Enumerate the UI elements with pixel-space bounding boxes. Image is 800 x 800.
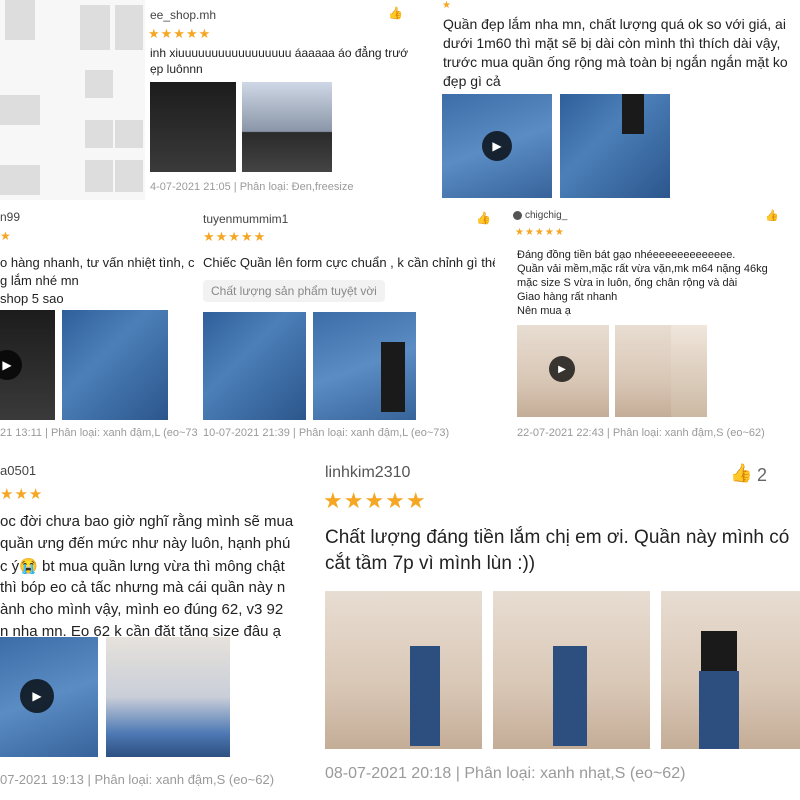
play-icon[interactable]: ▶ <box>482 131 512 161</box>
review-text-line: thì bóp eo cả tấc nhưng mà cái quần này … <box>0 579 286 596</box>
rating-stars: ★★★★★ <box>515 227 565 238</box>
like-icon[interactable]: 👍 <box>730 463 752 484</box>
review-text-line: trước mua quần ống rộng mà toàn bị ngắn … <box>443 54 788 70</box>
review-photo[interactable] <box>325 591 482 749</box>
review-text-line: ẹp luônnn <box>150 62 203 76</box>
review-photo[interactable] <box>493 591 650 749</box>
review-card-1: ee_shop.mh ★★★★★ inh xiuuuuuuuuuuuuuuuuu… <box>0 0 410 205</box>
avatar[interactable] <box>513 211 522 220</box>
review-text-line: Chất lượng đáng tiền lắm chị em ơi. Quần… <box>325 527 790 548</box>
review-text-line: c ý😭 bt mua quần lưng vừa thì mông chật <box>0 558 285 575</box>
review-text-line: g lắm nhé mn <box>0 273 79 288</box>
like-icon[interactable]: 👍 <box>765 209 779 222</box>
review-video-thumbnail[interactable]: ▶ <box>517 325 609 417</box>
review-text-line: mặc size S vừa in luôn, ống chân rộng và… <box>517 277 738 289</box>
review-text-line: dưới 1m60 thì mặt sẽ bị dài còn mình thì… <box>443 35 781 51</box>
review-text-line: cắt tầm 7p vì mình lùn :)) <box>325 553 536 574</box>
review-photo[interactable] <box>203 312 306 420</box>
review-meta: 07-2021 19:13 | Phân loại: xanh đậm,S (e… <box>0 772 275 787</box>
review-photo[interactable] <box>242 82 332 172</box>
review-meta: 21 13:11 | Phân loại: xanh đậm,L (eo~73 <box>0 427 198 439</box>
review-card-2: ★ Quần đẹp lắm nha mn, chất lượng quá ok… <box>430 0 800 200</box>
review-card-3: n99 ★ o hàng nhanh, tư vấn nhiệt tình, c… <box>0 205 200 450</box>
review-tag-chip: Chất lượng sản phẩm tuyệt vời <box>203 280 385 302</box>
reviewer-name[interactable]: a0501 <box>0 463 36 478</box>
review-card-7: linhkim2310 👍 2 ★★★★★ Chất lượng đáng ti… <box>315 455 800 800</box>
reviewer-name[interactable]: tuyenmummim1 <box>203 212 288 226</box>
embedded-review-screenshot <box>0 0 145 200</box>
review-text-line: ành cho mình vậy, mình eo đúng 62, v3 92 <box>0 601 284 618</box>
review-photo[interactable] <box>150 82 236 172</box>
reviewer-name[interactable]: chigchig_ <box>525 210 567 221</box>
review-text-line: Quần vải mềm,mặc rất vừa vặn,mk m64 nặng… <box>517 263 768 275</box>
review-video-thumbnail[interactable]: ▶ <box>0 637 98 757</box>
review-text-line: đẹp gì cả <box>443 73 501 89</box>
like-icon[interactable]: 👍 <box>388 6 403 20</box>
review-photo[interactable] <box>62 310 168 420</box>
review-card-5: chigchig_ 👍 ★★★★★ Đáng đồng tiền bát gạo… <box>505 205 800 450</box>
review-text-line: shop 5 sao <box>0 291 64 306</box>
rating-stars: ★★★ <box>0 486 44 503</box>
rating-stars: ★★★★★ <box>203 229 267 244</box>
review-text-line: quần ưng đến mức như này luôn, hạnh phú <box>0 535 291 552</box>
review-text-line: Giao hàng rất nhanh <box>517 291 618 303</box>
review-text-line: inh xiuuuuuuuuuuuuuuuuu áaaaaa áo đẳng t… <box>150 46 409 60</box>
review-photo[interactable] <box>671 325 707 417</box>
review-meta: 10-07-2021 21:39 | Phân loại: xanh đậm,L… <box>203 427 450 439</box>
like-icon[interactable]: 👍 <box>476 211 491 225</box>
rating-stars: ★★★★★ <box>148 26 212 41</box>
review-text-line: Chiếc Quần lên form cực chuẩn , k cần ch… <box>203 255 495 270</box>
like-count: 2 <box>757 465 768 485</box>
review-text-line: Nên mua ạ <box>517 305 571 317</box>
review-text-line: o hàng nhanh, tư vấn nhiệt tình, c <box>0 255 195 270</box>
review-photo[interactable] <box>106 637 230 757</box>
review-text-line: Quần đẹp lắm nha mn, chất lượng quá ok s… <box>443 16 786 32</box>
rating-stars: ★ <box>0 229 12 243</box>
review-video-thumbnail[interactable]: ▶ <box>442 94 552 198</box>
review-card-6: a0501 ★★★ oc đời chưa bao giờ nghĩ rằng … <box>0 455 315 800</box>
play-icon[interactable]: ▶ <box>549 356 575 382</box>
reviewer-name[interactable]: linhkim2310 <box>325 464 410 482</box>
review-photo[interactable] <box>560 94 670 198</box>
reviewer-name[interactable]: ee_shop.mh <box>150 8 216 22</box>
rating-stars: ★ <box>442 0 452 11</box>
play-icon[interactable]: ▶ <box>20 679 54 713</box>
review-text-line: Đáng đồng tiền bát gạo nhéeeeeeeeeeeeee. <box>517 249 736 261</box>
review-video-thumbnail[interactable]: ▶ <box>0 310 55 420</box>
review-photo[interactable] <box>313 312 416 420</box>
reviewer-name[interactable]: n99 <box>0 210 20 224</box>
review-card-4: tuyenmummim1 👍 ★★★★★ Chiếc Quần lên form… <box>200 205 495 450</box>
review-photo[interactable] <box>661 591 800 749</box>
review-meta: 08-07-2021 20:18 | Phân loại: xanh nhạt,… <box>325 765 686 782</box>
play-icon[interactable]: ▶ <box>0 350 22 380</box>
review-meta: 4-07-2021 21:05 | Phân loại: Đen,freesiz… <box>150 181 354 193</box>
review-meta: 22-07-2021 22:43 | Phân loại: xanh đậm,S… <box>517 427 765 439</box>
rating-stars: ★★★★★ <box>323 488 427 513</box>
review-text-line: oc đời chưa bao giờ nghĩ rằng mình sẽ mu… <box>0 513 294 530</box>
